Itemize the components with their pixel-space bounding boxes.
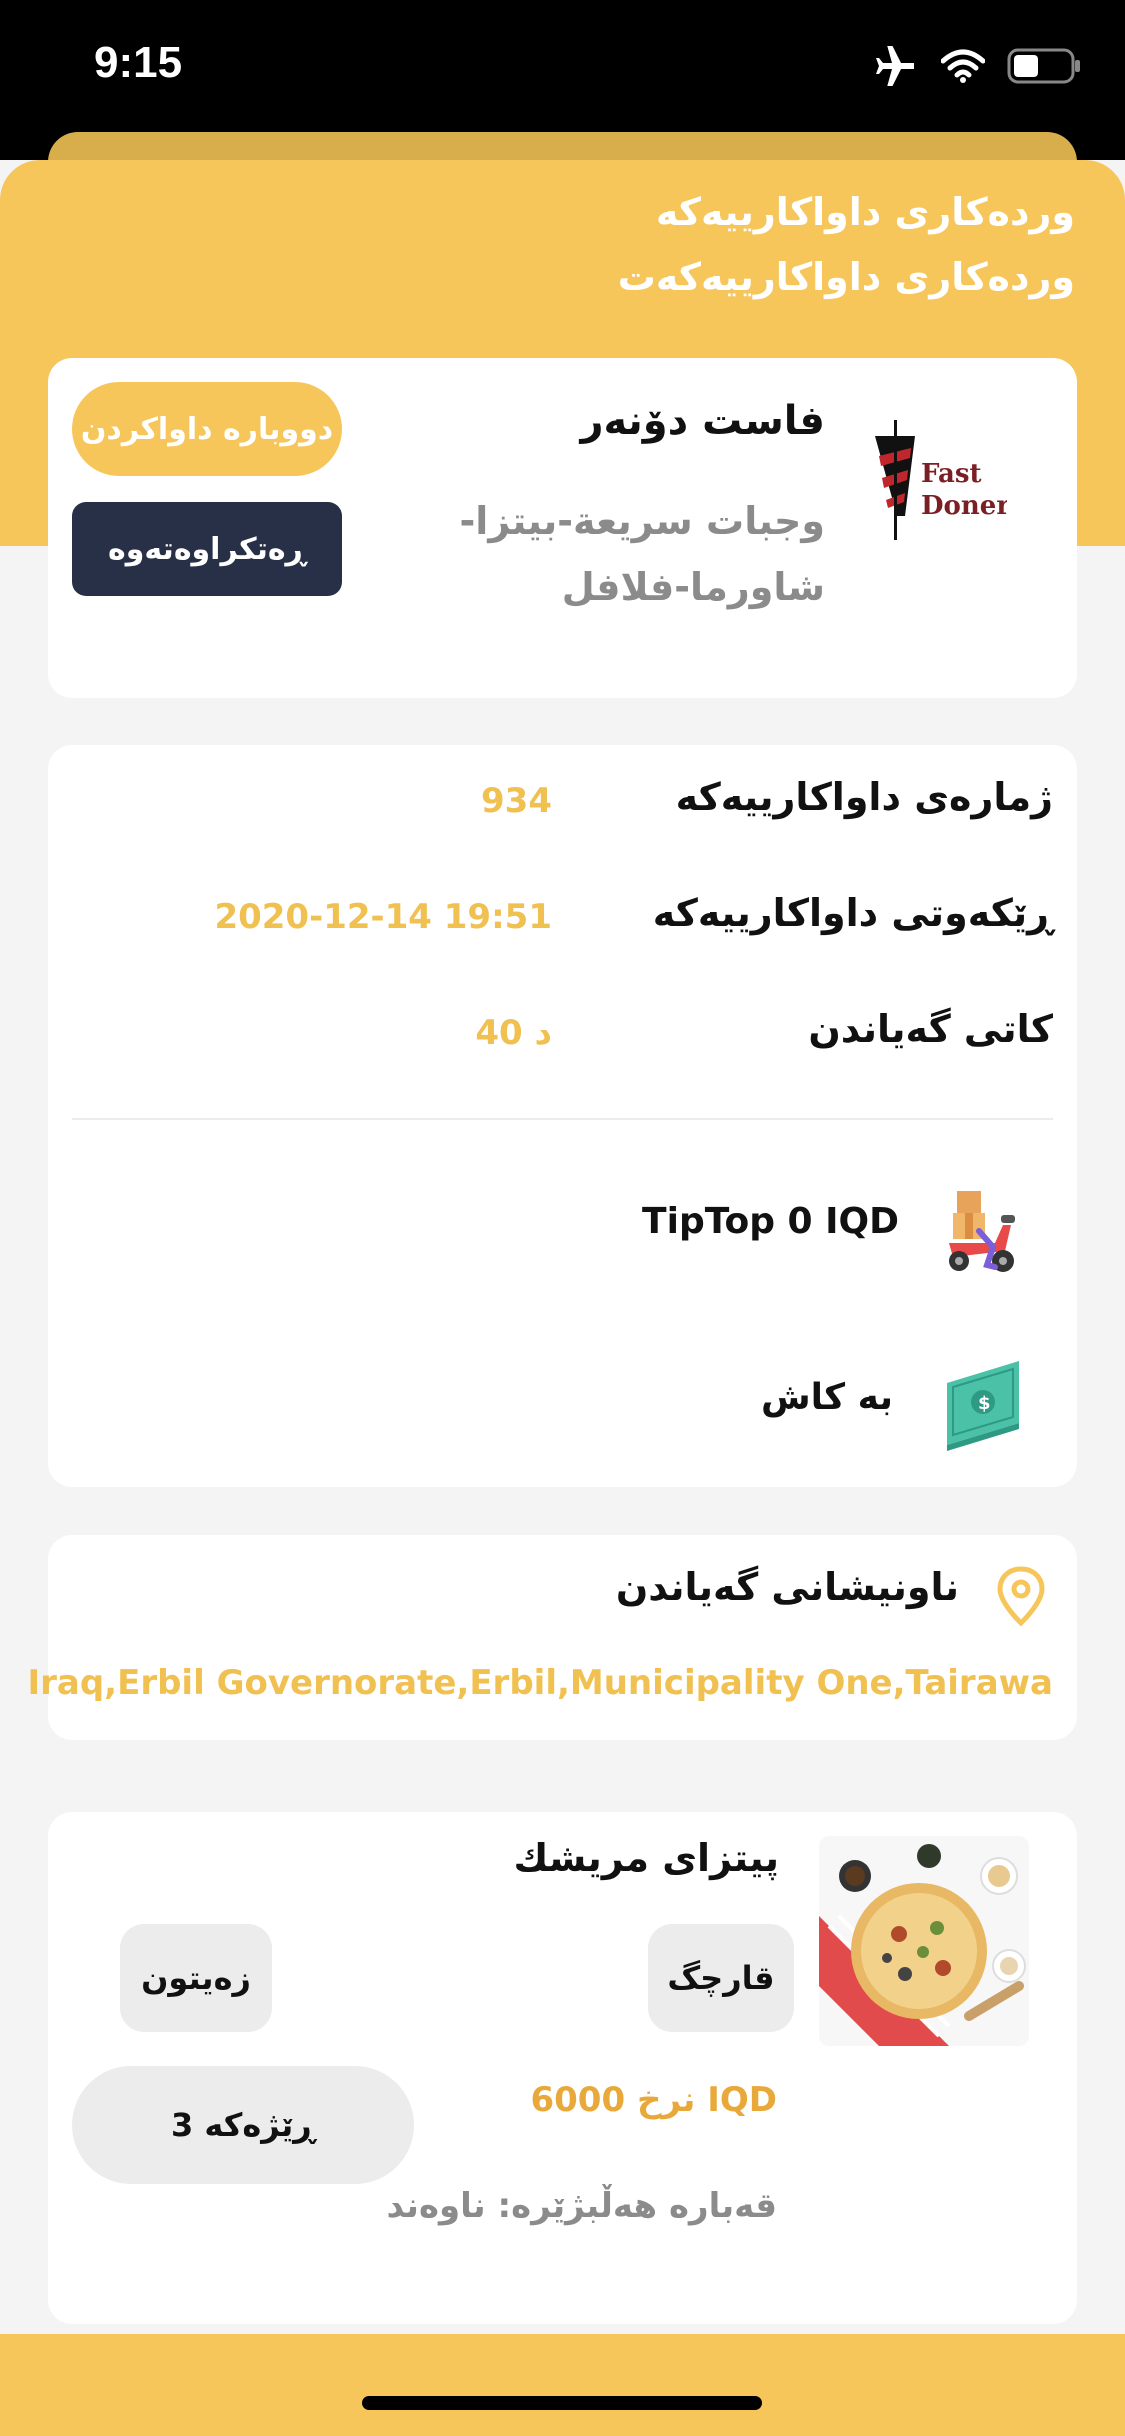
airplane-icon: [876, 46, 914, 86]
quantity-badge: ڕێژەکە 3: [72, 2066, 414, 2184]
item-price: نرخ 6000 IQD: [530, 2080, 777, 2120]
wifi-icon: [941, 49, 985, 83]
pizza-icon: [819, 1836, 1029, 2046]
addon-chip: قارچگ: [648, 1924, 794, 2032]
svg-text:Doner: Doner: [921, 491, 1007, 521]
payment-method: بە کاش: [760, 1377, 893, 1418]
divider: [72, 1118, 1053, 1120]
item-image: [819, 1836, 1029, 2046]
restaurant-name: فاست دۆنەر: [580, 398, 825, 444]
address-card: ناونیشانی گەیاندن Iraq,Erbil Governorate…: [27, 1535, 1077, 1740]
status-badge: ڕەتکراوەتەوە: [72, 502, 342, 596]
delivery-company: TipTop 0 IQD: [642, 1201, 899, 1242]
delivery-scooter-icon: [949, 1191, 1015, 1272]
svg-text:$: $: [978, 1393, 991, 1414]
order-number-value: 934: [481, 781, 552, 821]
bottom-bar: [0, 2334, 1125, 2436]
order-item-card: پیتزای مریشك قارچگ زەیتون نرخ 6000 IQD ڕ…: [48, 1812, 1077, 2324]
restaurant-logo: Fast Doner: [867, 416, 1010, 546]
battery-icon: [1007, 48, 1080, 84]
order-info-card: ژمارەی داواکارییەکە 934 ڕێکەوتی داواکاری…: [48, 745, 1077, 1487]
addon-chip: زەیتون: [120, 1924, 272, 2032]
delivery-time-label: کاتی گەیاندن: [808, 1007, 1053, 1051]
item-name: پیتزای مریشك: [513, 1836, 780, 1880]
status-time: 9:15: [94, 38, 183, 87]
status-icons: [873, 46, 1081, 86]
header-title: وردەکاری داواکارییەکە: [655, 190, 1075, 234]
cash-icon: $: [947, 1361, 1019, 1451]
location-pin-icon: [997, 1566, 1045, 1627]
restaurant-card: دووبارە داواکردن ڕەتکراوەتەوە فاست دۆنەر…: [48, 358, 1077, 698]
header-subtitle: وردەکاری داواکارییەکەت: [617, 255, 1075, 299]
address-value: Iraq,Erbil Governorate,Erbil,Municipalit…: [27, 1663, 1053, 1703]
delivery-time-value: 40 د: [475, 1013, 552, 1053]
order-date-value: 2020-12-14 19:51: [214, 897, 552, 937]
svg-text:Fast: Fast: [921, 459, 982, 489]
reorder-button[interactable]: دووبارە داواکردن: [72, 382, 342, 476]
address-title: ناونیشانی گەیاندن: [615, 1565, 959, 1609]
doner-logo-icon: Fast Doner: [875, 420, 1010, 540]
item-size: قەبارە هەڵبژێرە: ناوەند: [386, 2186, 777, 2226]
restaurant-categories: وجبات سريعة-بيتزا-شاورما-فلافل: [459, 499, 825, 609]
order-date-label: ڕێکەوتی داواکارییەکە: [652, 891, 1053, 935]
order-number-label: ژمارەی داواکارییەکە: [675, 775, 1053, 819]
home-indicator[interactable]: [362, 2396, 762, 2410]
